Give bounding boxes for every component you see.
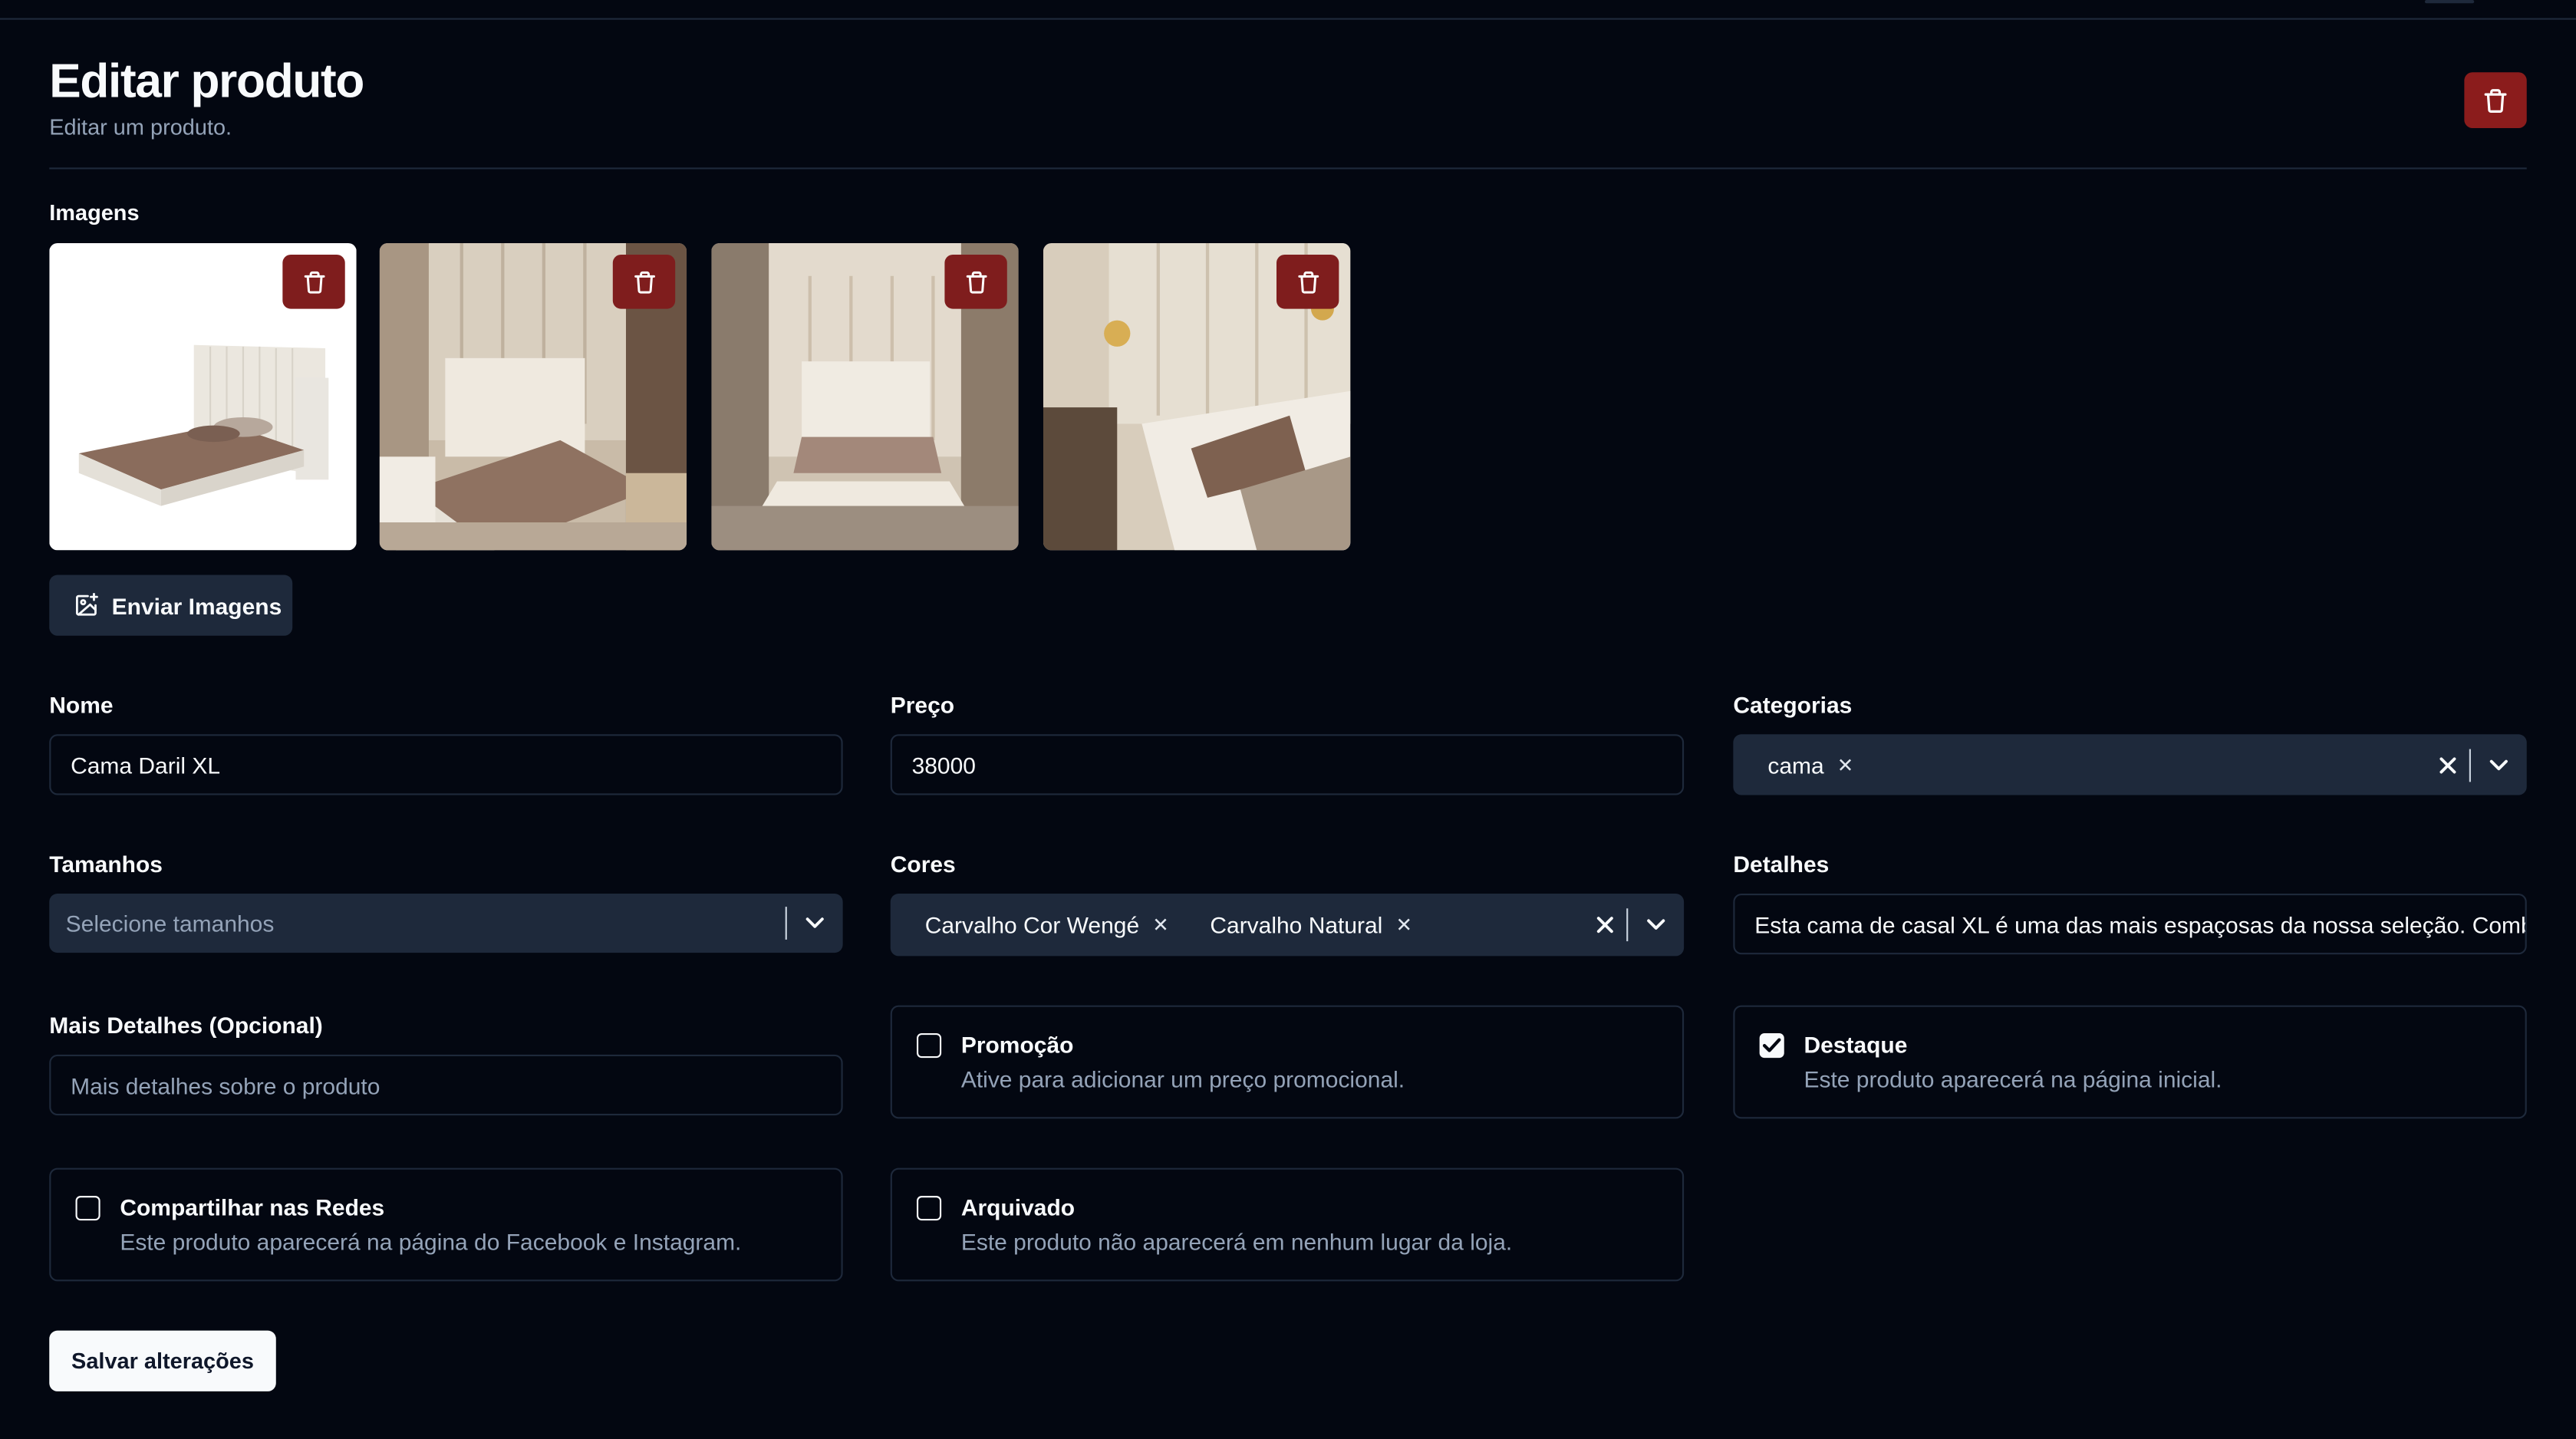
page-title: Editar produto [49,55,364,109]
categorias-select[interactable]: cama ✕ [1733,734,2527,795]
detalhes-input[interactable]: Esta cama de casal XL é uma das mais esp… [1733,894,2527,955]
destaque-checkbox[interactable] [1759,1033,1784,1059]
compartilhar-checkbox[interactable] [75,1196,100,1221]
arquivado-desc: Este produto não aparecerá em nenhum lug… [960,1228,1513,1256]
clear-icon[interactable] [1583,915,1626,935]
categorias-label: Categorias [1733,691,1853,718]
delete-image-button[interactable] [944,254,1007,309]
check-icon [1762,1038,1781,1052]
arquivado-title: Arquivado [960,1194,1076,1221]
color-chip: Carvalho Cor Wengé ✕ [907,905,1182,944]
destaque-desc: Este produto aparecerá na página inicial… [1804,1065,2222,1093]
detalhes-label: Detalhes [1733,851,1830,878]
category-chip: cama ✕ [1750,745,1867,784]
promocao-card: Promoção Ative para adicionar um preço p… [890,1005,1685,1119]
header-separator [49,167,2527,170]
page-subtitle: Editar um produto. [49,114,232,140]
delete-image-button[interactable] [612,254,676,309]
remove-chip-icon[interactable]: ✕ [1837,753,1854,776]
image-plus-icon [75,593,98,616]
color-chip-label: Carvalho Natural [1210,911,1383,938]
image-tile [711,242,1019,551]
trash-icon [634,270,654,293]
remove-chip-icon[interactable]: ✕ [1152,914,1169,937]
upload-images-button[interactable]: Enviar Imagens [49,575,293,636]
delete-image-button[interactable] [1276,254,1339,309]
promocao-title: Promoção [960,1031,1074,1059]
promocao-checkbox[interactable] [917,1033,942,1059]
compartilhar-title: Compartilhar nas Redes [120,1194,385,1221]
image-tile [1043,242,1351,551]
chevron-down-icon[interactable] [2471,758,2527,771]
clear-icon[interactable] [2426,755,2469,775]
arquivado-checkbox[interactable] [917,1196,942,1221]
destaque-card: Destaque Este produto aparecerá na págin… [1733,1005,2527,1119]
destaque-title: Destaque [1804,1031,1908,1059]
promocao-desc: Ative para adicionar um preço promociona… [960,1065,1405,1093]
nome-label: Nome [49,691,114,718]
arquivado-card: Arquivado Este produto não aparecerá em … [890,1167,1685,1282]
image-tile [49,242,357,551]
trash-icon [2484,88,2507,112]
compartilhar-desc: Este produto aparecerá na página do Face… [120,1228,742,1256]
trash-icon [303,270,324,293]
image-tile [379,242,687,551]
tamanhos-select[interactable]: Selecione tamanhos [49,894,843,953]
category-chip-label: cama [1767,751,1824,779]
preco-label: Preço [890,691,955,718]
mais-detalhes-label: Mais Detalhes (Opcional) [49,1012,323,1039]
chevron-down-icon[interactable] [787,917,843,930]
mais-detalhes-input[interactable]: Mais detalhes sobre o produto [49,1054,843,1116]
top-bar [0,0,2576,20]
chevron-down-icon[interactable] [1628,918,1684,931]
tamanhos-placeholder: Selecione tamanhos [65,910,275,937]
preco-input[interactable]: 38000 [890,734,1685,795]
nome-input[interactable]: Cama Daril XL [49,734,843,795]
trash-icon [965,270,987,293]
color-chip: Carvalho Natural ✕ [1192,905,1425,944]
upload-images-label: Enviar Imagens [111,592,282,619]
remove-chip-icon[interactable]: ✕ [1396,914,1413,937]
color-chip-label: Carvalho Cor Wengé [924,911,1140,938]
top-bar-tab [2424,0,2475,4]
cores-label: Cores [890,851,956,878]
cores-select[interactable]: Carvalho Cor Wengé ✕ Carvalho Natural ✕ [890,894,1685,957]
images-label: Imagens [49,200,140,226]
delete-product-button[interactable] [2464,72,2527,129]
compartilhar-card: Compartilhar nas Redes Este produto apar… [49,1167,843,1282]
delete-image-button[interactable] [282,254,345,309]
trash-icon [1297,270,1319,293]
save-button[interactable]: Salvar alterações [49,1330,276,1391]
tamanhos-label: Tamanhos [49,851,163,878]
